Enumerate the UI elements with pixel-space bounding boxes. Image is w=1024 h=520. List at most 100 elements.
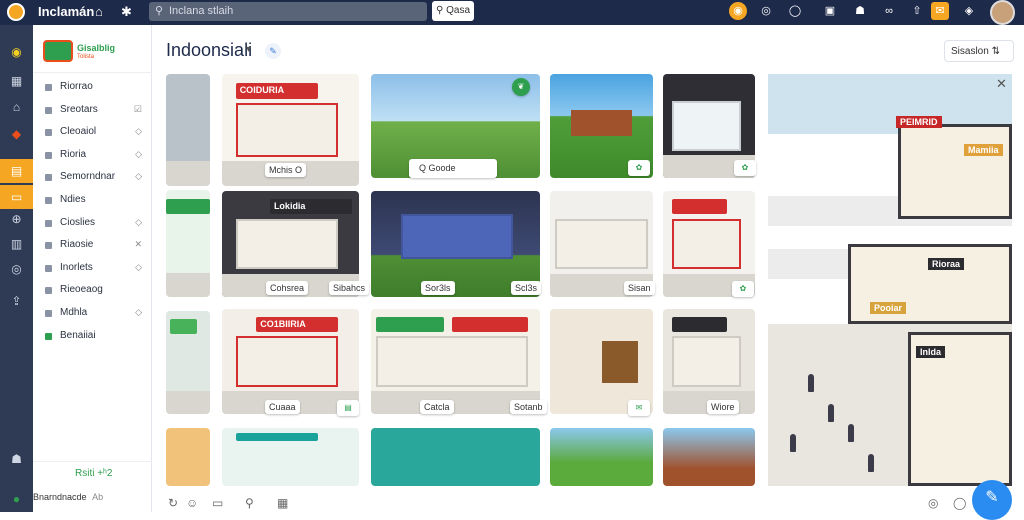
tile-caption: Sibahcs: [329, 281, 370, 295]
search-input[interactable]: ⚲ Inclana stlaih: [149, 2, 427, 21]
sidebar-item-action-icon[interactable]: ✕: [134, 239, 142, 250]
sidebar-bullet-icon: [45, 129, 52, 137]
sidebar-item[interactable]: Semorndnar ◇: [33, 167, 152, 190]
gallery-tile[interactable]: [222, 428, 359, 486]
gallery-icon[interactable]: ▤: [0, 159, 33, 183]
sidebar-bullet-icon: [45, 174, 52, 182]
sidebar-item-action-icon[interactable]: ◇: [135, 149, 142, 160]
share-icon[interactable]: ⇪: [8, 293, 25, 310]
close-icon[interactable]: ✕: [996, 76, 1007, 92]
home-rail-icon[interactable]: ⌂: [8, 99, 25, 116]
footer-link[interactable]: Rsiti +ʰ2: [75, 468, 112, 479]
upload-icon[interactable]: ⇧: [908, 2, 926, 20]
sidebar-item-action-icon[interactable]: ◇: [135, 307, 142, 318]
tile-caption: Scl3s: [511, 281, 542, 295]
page-title: Indoonsiali: [166, 40, 253, 60]
tile-caption: Catcla: [420, 400, 454, 414]
edit-icon[interactable]: ✎: [265, 43, 281, 59]
notification-icon[interactable]: ◉: [729, 2, 747, 20]
search-small-icon[interactable]: ⚲: [245, 496, 254, 510]
sidebar-item-action-icon[interactable]: ☑: [134, 104, 142, 115]
gallery-tile[interactable]: [166, 190, 210, 297]
status-icon[interactable]: ●: [8, 491, 25, 508]
tile-badge: ✿: [628, 160, 650, 176]
globe-icon[interactable]: ⊕: [8, 211, 25, 228]
tile-caption: Sor3ls: [421, 281, 455, 295]
sidebar-item[interactable]: Rieoeaog: [33, 280, 152, 303]
home-icon[interactable]: ⌂: [95, 4, 103, 20]
brand-subtitle: Tolista: [77, 54, 95, 60]
preview-person: [790, 434, 796, 452]
sidebar-bullet-icon: [45, 242, 52, 250]
gallery-tile[interactable]: [166, 311, 210, 414]
user-row[interactable]: Bnarndnacde Ab: [33, 492, 103, 502]
sidebar-item[interactable]: Riorrao: [33, 77, 152, 100]
folder-icon[interactable]: ▭: [0, 185, 33, 209]
gallery-tile[interactable]: [166, 74, 210, 186]
chart-icon[interactable]: ▥: [8, 236, 25, 253]
sidebar-item[interactable]: Ndies: [33, 190, 152, 213]
sidebar-item[interactable]: Inorlets ◇: [33, 258, 152, 281]
share-small-icon[interactable]: ◯: [953, 496, 966, 510]
sidebar-bullet-icon: [45, 219, 52, 227]
dashboard-icon[interactable]: ◉: [8, 44, 25, 61]
gallery-tile[interactable]: [663, 309, 755, 414]
sidebar-item-action-icon[interactable]: ◇: [135, 171, 142, 182]
preview-person: [848, 424, 854, 442]
sidebar-item[interactable]: Cioslies ◇: [33, 213, 152, 236]
people-rail-icon[interactable]: ☗: [8, 451, 25, 468]
sidebar-item[interactable]: Rioria ◇: [33, 145, 152, 168]
gallery-tile[interactable]: [663, 428, 755, 486]
sidebar-item-action-icon[interactable]: ◇: [135, 217, 142, 228]
image-icon[interactable]: ▭: [212, 496, 223, 510]
grid-icon[interactable]: ▦: [277, 496, 288, 510]
message-icon[interactable]: ✉: [931, 2, 949, 20]
preview-store-sign: PEIMRID: [896, 116, 942, 128]
info-icon[interactable]: ◎: [928, 496, 938, 510]
refresh-icon[interactable]: ↻: [168, 496, 178, 510]
tile-badge: ▤: [337, 400, 359, 416]
search-button[interactable]: ⚲ Qasa: [432, 1, 474, 21]
sidebar-item-label: Riorrao: [60, 81, 93, 92]
app-logo[interactable]: [7, 3, 25, 21]
chevron-down-icon[interactable]: ▾: [246, 44, 251, 55]
sidebar-item[interactable]: Cleoaiol ◇: [33, 122, 152, 145]
bookmark-icon[interactable]: ▣: [821, 2, 839, 20]
gallery-tile[interactable]: [550, 428, 653, 486]
sidebar-item-label: Mdhla: [60, 306, 88, 318]
link-icon[interactable]: ∞: [880, 2, 898, 20]
target-icon[interactable]: ◎: [8, 261, 25, 278]
preview-store-sign: Rioraa: [928, 258, 965, 270]
sort-dropdown[interactable]: Sisaslon ⇅: [944, 40, 1014, 62]
gallery-tile[interactable]: [371, 309, 540, 414]
sidebar-item[interactable]: Sreotars ☑: [33, 100, 152, 123]
sidebar-item[interactable]: Riaosie ✕: [33, 235, 152, 258]
bag-icon[interactable]: ◆: [8, 126, 25, 143]
sidebar-item-action-icon[interactable]: ◇: [135, 262, 142, 273]
tile-caption: Cohsrea: [266, 281, 309, 295]
top-bar: Inclamán ⌂ ✱ ⚲ Inclana stlaih ⚲ Qasa ◉ ◎…: [0, 0, 1024, 25]
sidebar-item-label: Cioslies: [60, 216, 96, 228]
gallery-tile[interactable]: [371, 428, 540, 486]
settings-icon[interactable]: ✱: [121, 4, 132, 20]
gallery-tile[interactable]: [166, 428, 210, 486]
user-meta: Ab: [92, 492, 104, 502]
compose-button[interactable]: ✎: [972, 480, 1012, 520]
user-avatar[interactable]: [990, 0, 1015, 25]
location-icon[interactable]: ◈: [960, 2, 978, 20]
preview-image[interactable]: PEIMRID Mamiia Rioraa Pooiar Inlda: [768, 74, 1012, 486]
gallery-tile[interactable]: CO1BIIRIA: [222, 309, 359, 414]
chat-icon[interactable]: ◯: [786, 2, 804, 20]
search-button-label: Qasa: [446, 5, 471, 16]
people-icon[interactable]: ☗: [851, 2, 869, 20]
sidebar-item[interactable]: Benaiiai: [33, 326, 152, 349]
sidebar-item[interactable]: Mdhla ◇: [33, 303, 152, 326]
tile-badge: ✿: [734, 160, 756, 176]
help-icon[interactable]: ◎: [757, 2, 775, 20]
sidebar-item-action-icon[interactable]: ◇: [135, 126, 142, 137]
side-panel: Gisalblig Tolista Riorrao Sreotars ☑ Cleoai…: [33, 25, 152, 512]
building-icon[interactable]: ▦: [8, 73, 25, 90]
gallery-tile[interactable]: [550, 309, 653, 414]
emoji-icon[interactable]: ☺: [186, 496, 198, 510]
app-title: Inclamán: [38, 4, 95, 19]
